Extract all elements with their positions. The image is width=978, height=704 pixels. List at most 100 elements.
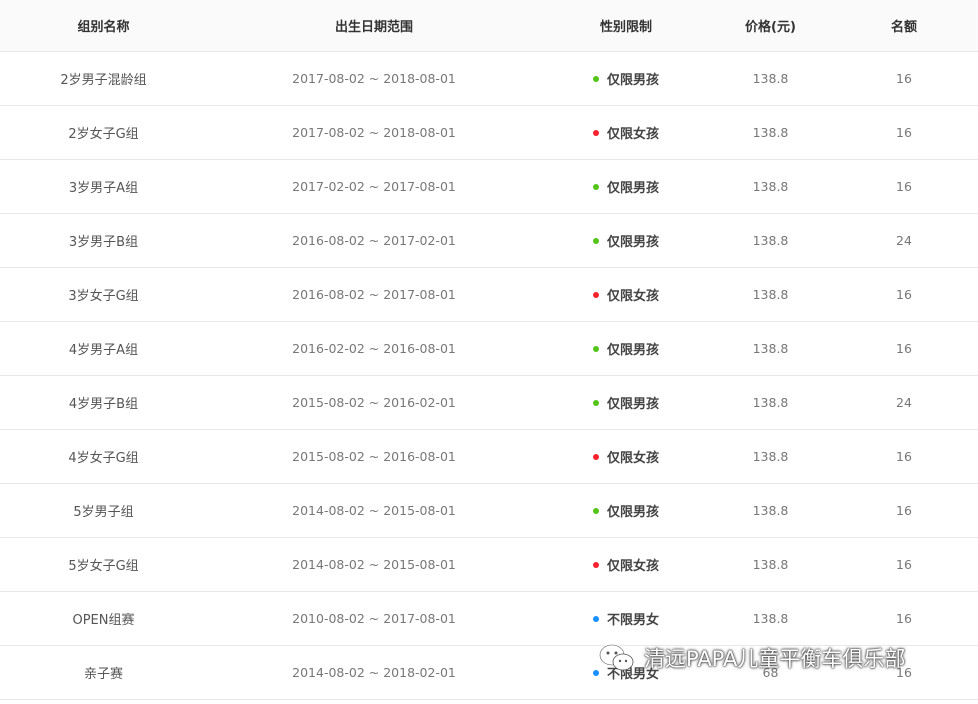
table-row: 3岁男子A组 2017-02-02 ~ 2017-08-01 仅限男孩 138.8 16 bbox=[0, 160, 978, 214]
table-row: 3岁男子B组 2016-08-02 ~ 2017-02-01 仅限男孩 138.8 24 bbox=[0, 214, 978, 268]
gender-cell: 仅限女孩 bbox=[541, 285, 711, 304]
gender-cell: 仅限男孩 bbox=[541, 231, 711, 250]
table-row: 5岁男子组 2014-08-02 ~ 2015-08-01 仅限男孩 138.8 16 bbox=[0, 484, 978, 538]
gender-dot-icon bbox=[592, 345, 599, 352]
gender-dot-icon bbox=[592, 453, 599, 460]
price-cell: 138.8 bbox=[752, 125, 789, 140]
table-row: 2岁女子G组 2017-08-02 ~ 2018-08-01 仅限女孩 138.8 16 bbox=[0, 106, 978, 160]
header-group-name: 组别名称 bbox=[77, 20, 130, 35]
quota-cell: 16 bbox=[896, 611, 912, 626]
quota-cell: 16 bbox=[896, 341, 912, 356]
gender-dot-icon bbox=[592, 615, 599, 622]
group-name-cell: 3岁男子B组 bbox=[68, 235, 139, 250]
group-name-cell: 4岁男子B组 bbox=[68, 397, 139, 412]
header-birth-range: 出生日期范围 bbox=[334, 20, 413, 35]
birth-range-cell: 2017-02-02 ~ 2017-08-01 bbox=[292, 179, 456, 194]
price-cell: 138.8 bbox=[752, 287, 789, 302]
header-price: 价格(元) bbox=[745, 20, 796, 35]
birth-range-cell: 2016-08-02 ~ 2017-02-01 bbox=[292, 233, 456, 248]
price-cell: 138.8 bbox=[752, 341, 789, 356]
gender-label: 仅限男孩 bbox=[606, 343, 659, 358]
gender-label: 仅限男孩 bbox=[606, 397, 659, 412]
gender-badge: 仅限女孩 bbox=[592, 123, 659, 142]
gender-badge: 仅限女孩 bbox=[592, 447, 659, 466]
gender-cell: 不限男女 bbox=[541, 609, 711, 628]
price-cell: 138.8 bbox=[752, 395, 789, 410]
header-gender: 性别限制 bbox=[599, 20, 652, 35]
birth-range-cell: 2014-08-02 ~ 2015-08-01 bbox=[292, 503, 456, 518]
table-row: OPEN组赛 2010-08-02 ~ 2017-08-01 不限男女 138.8 16 bbox=[0, 592, 978, 646]
gender-dot-icon bbox=[592, 291, 599, 298]
gender-dot-icon bbox=[592, 561, 599, 568]
group-table: 组别名称 出生日期范围 性别限制 价格(元) 名额 2岁男子混龄组 2017-08… bbox=[0, 0, 978, 700]
gender-badge: 仅限男孩 bbox=[592, 69, 659, 88]
gender-badge: 仅限男孩 bbox=[592, 231, 659, 250]
price-cell: 138.8 bbox=[752, 611, 789, 626]
table-row: 2岁男子混龄组 2017-08-02 ~ 2018-08-01 仅限男孩 138.8 1… bbox=[0, 52, 978, 106]
gender-label: 不限男女 bbox=[606, 613, 659, 628]
birth-range-cell: 2010-08-02 ~ 2017-08-01 bbox=[292, 611, 456, 626]
group-name-cell: 4岁女子G组 bbox=[68, 451, 139, 466]
gender-badge: 不限男女 bbox=[592, 609, 659, 628]
gender-cell: 仅限女孩 bbox=[541, 555, 711, 574]
group-name-cell: 4岁男子A组 bbox=[68, 343, 139, 358]
birth-range-cell: 2014-08-02 ~ 2015-08-01 bbox=[292, 557, 456, 572]
quota-cell: 16 bbox=[896, 503, 912, 518]
birth-range-cell: 2015-08-02 ~ 2016-08-01 bbox=[292, 449, 456, 464]
price-cell: 138.8 bbox=[752, 233, 789, 248]
birth-range-cell: 2017-08-02 ~ 2018-08-01 bbox=[292, 71, 456, 86]
price-cell: 138.8 bbox=[752, 503, 789, 518]
gender-dot-icon bbox=[592, 75, 599, 82]
gender-dot-icon bbox=[592, 183, 599, 190]
quota-cell: 24 bbox=[896, 395, 912, 410]
gender-cell: 仅限男孩 bbox=[541, 501, 711, 520]
birth-range-cell: 2016-02-02 ~ 2016-08-01 bbox=[292, 341, 456, 356]
gender-dot-icon bbox=[592, 507, 599, 514]
quota-cell: 16 bbox=[896, 449, 912, 464]
gender-cell: 仅限女孩 bbox=[541, 123, 711, 142]
gender-badge: 仅限女孩 bbox=[592, 555, 659, 574]
gender-dot-icon bbox=[592, 129, 599, 136]
watermark: 清远PAPA儿童平衡车俱乐部 bbox=[598, 643, 905, 673]
gender-cell: 仅限女孩 bbox=[541, 447, 711, 466]
birth-range-cell: 2017-08-02 ~ 2018-08-01 bbox=[292, 125, 456, 140]
group-name-cell: 3岁男子A组 bbox=[68, 181, 139, 196]
price-cell: 138.8 bbox=[752, 449, 789, 464]
gender-label: 仅限女孩 bbox=[606, 559, 659, 574]
table-row: 4岁男子B组 2015-08-02 ~ 2016-02-01 仅限男孩 138.8 24 bbox=[0, 376, 978, 430]
quota-cell: 24 bbox=[896, 233, 912, 248]
group-name-cell: 5岁男子组 bbox=[73, 505, 134, 520]
gender-label: 仅限男孩 bbox=[606, 235, 659, 250]
birth-range-cell: 2016-08-02 ~ 2017-08-01 bbox=[292, 287, 456, 302]
gender-label: 仅限女孩 bbox=[606, 289, 659, 304]
gender-label: 仅限女孩 bbox=[606, 127, 659, 142]
header-quota: 名额 bbox=[890, 20, 917, 35]
table-row: 4岁男子A组 2016-02-02 ~ 2016-08-01 仅限男孩 138.8 16 bbox=[0, 322, 978, 376]
wechat-icon bbox=[598, 643, 634, 671]
gender-cell: 仅限男孩 bbox=[541, 69, 711, 88]
gender-cell: 仅限男孩 bbox=[541, 339, 711, 358]
table-row: 5岁女子G组 2014-08-02 ~ 2015-08-01 仅限女孩 138.8 16 bbox=[0, 538, 978, 592]
table-row: 3岁女子G组 2016-08-02 ~ 2017-08-01 仅限女孩 138.8 16 bbox=[0, 268, 978, 322]
birth-range-cell: 2015-08-02 ~ 2016-02-01 bbox=[292, 395, 456, 410]
gender-badge: 仅限男孩 bbox=[592, 501, 659, 520]
watermark-text: 清远PAPA儿童平衡车俱乐部 bbox=[644, 647, 906, 671]
gender-label: 仅限男孩 bbox=[606, 73, 659, 88]
group-name-cell: 2岁男子混龄组 bbox=[60, 73, 147, 88]
table-body: 2岁男子混龄组 2017-08-02 ~ 2018-08-01 仅限男孩 138.8 1… bbox=[0, 52, 978, 700]
gender-badge: 仅限男孩 bbox=[592, 393, 659, 412]
birth-range-cell: 2014-08-02 ~ 2018-02-01 bbox=[292, 665, 456, 680]
quota-cell: 16 bbox=[896, 179, 912, 194]
gender-dot-icon bbox=[592, 399, 599, 406]
quota-cell: 16 bbox=[896, 125, 912, 140]
group-name-cell: OPEN组赛 bbox=[72, 613, 135, 628]
price-cell: 138.8 bbox=[752, 557, 789, 572]
table-header: 组别名称 出生日期范围 性别限制 价格(元) 名额 bbox=[0, 0, 978, 52]
gender-cell: 仅限男孩 bbox=[541, 177, 711, 196]
price-cell: 138.8 bbox=[752, 179, 789, 194]
gender-cell: 仅限男孩 bbox=[541, 393, 711, 412]
gender-badge: 仅限男孩 bbox=[592, 339, 659, 358]
group-name-cell: 亲子赛 bbox=[83, 667, 123, 682]
gender-badge: 仅限男孩 bbox=[592, 177, 659, 196]
quota-cell: 16 bbox=[896, 71, 912, 86]
